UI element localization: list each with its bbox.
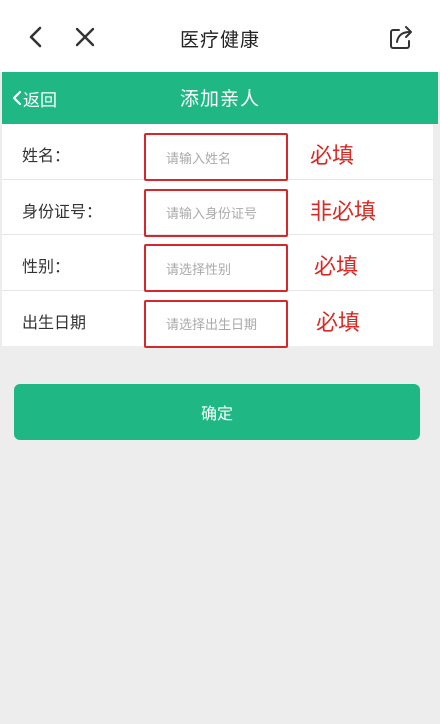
confirm-button[interactable]: 确定 [14, 384, 420, 440]
id-number-input[interactable]: 请输入身份证号 [144, 188, 288, 237]
gender-select[interactable]: 请选择性别 [144, 244, 288, 292]
optional-note: 非必填 [310, 199, 377, 225]
share-icon[interactable] [388, 24, 416, 50]
required-note: 必填 [310, 144, 355, 169]
birth-date-select[interactable]: 请选择出生日期 [144, 299, 288, 348]
page: 医疗健康 返回 添加亲人 姓名： 请输入姓名 必填 身份证号： 请输入身份证号 … [0, 0, 440, 724]
form-row-birth-date: 出生日期 请选择出生日期 必填 [2, 291, 433, 348]
birth-date-label: 出生日期 [22, 312, 87, 332]
form-row-id-number: 身份证号： 请输入身份证号 非必填 [2, 180, 433, 237]
name-label: 姓名： [22, 146, 71, 165]
required-note: 必填 [314, 255, 359, 280]
top-title: 医疗健康 [179, 29, 260, 51]
top-navigation-bar: 医疗健康 [0, 0, 440, 72]
page-title: 添加亲人 [179, 88, 260, 110]
gender-label: 性别： [22, 257, 71, 276]
required-note: 必填 [316, 310, 361, 336]
add-relative-form: 姓名： 请输入姓名 必填 身份证号： 请输入身份证号 非必填 性别： 请选择性别… [2, 124, 433, 348]
form-row-gender: 性别： 请选择性别 必填 [2, 235, 433, 292]
name-input[interactable]: 请输入姓名 [144, 133, 288, 181]
form-row-name: 姓名： 请输入姓名 必填 [2, 124, 433, 181]
page-header: 返回 添加亲人 [2, 72, 438, 124]
id-number-label: 身份证号： [22, 201, 103, 221]
